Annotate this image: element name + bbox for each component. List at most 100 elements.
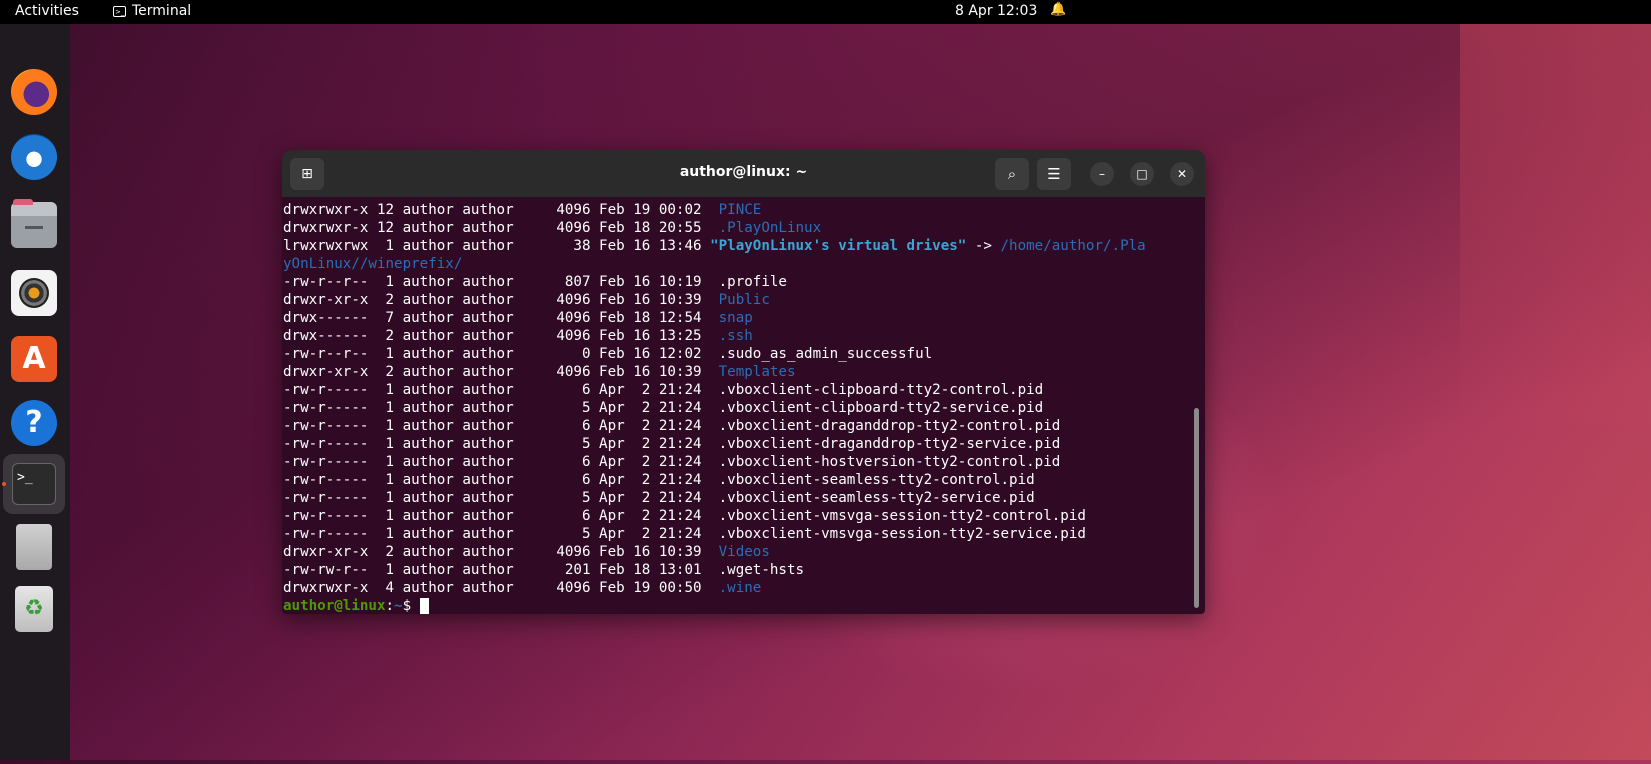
file-meta: -rw-r----- 1 author author 6 Apr 2 21:24 (283, 382, 719, 398)
file-meta: -rw-r--r-- 1 author author 807 Feb 16 10… (283, 274, 719, 290)
file-name: .vboxclient-draganddrop-tty2-service.pid (718, 436, 1061, 452)
file-meta: -rw-r----- 1 author author 5 Apr 2 21:24 (283, 490, 719, 506)
file-meta: -rw-rw-r-- 1 author author 201 Feb 18 13… (283, 562, 719, 578)
terminal-line: -rw-rw-r-- 1 author author 201 Feb 18 13… (282, 561, 1192, 579)
prompt-symbol: $ (402, 598, 420, 614)
scrollbar[interactable] (1194, 408, 1199, 608)
file-name: .wget-hsts (718, 562, 805, 578)
terminal-line: drwx------ 7 author author 4096 Feb 18 1… (282, 309, 1192, 327)
file-meta: drwxr-xr-x 2 author author 4096 Feb 16 1… (283, 544, 719, 560)
search-icon[interactable]: ⌕ (995, 158, 1029, 190)
prompt-path: ~ (394, 598, 403, 614)
minimize-icon[interactable]: – (1090, 162, 1114, 186)
file-meta: -rw-r----- 1 author author 6 Apr 2 21:24 (283, 418, 719, 434)
file-meta: lrwxrwxrwx 1 author author 38 Feb 16 13:… (283, 238, 711, 254)
file-name: Public (718, 292, 770, 308)
prompt-user: author@linux (283, 598, 386, 614)
terminal-output[interactable]: drwxrwxr-x 12 author author 4096 Feb 19 … (282, 197, 1192, 614)
prompt-separator: : (385, 598, 395, 614)
terminal-line: -rw-r----- 1 author author 6 Apr 2 21:24… (282, 453, 1192, 471)
link-arrow: -> (966, 238, 1001, 254)
file-meta: drwxrwxr-x 4 author author 4096 Feb 19 0… (283, 580, 719, 596)
maximize-icon[interactable]: □ (1130, 162, 1154, 186)
file-name: .vboxclient-seamless-tty2-service.pid (718, 490, 1035, 506)
file-meta: drwx------ 7 author author 4096 Feb 18 1… (283, 310, 719, 326)
dock: A ? >_ ♻ (0, 24, 70, 760)
file-meta: drwxr-xr-x 2 author author 4096 Feb 16 1… (283, 292, 719, 308)
menu-icon[interactable]: ☰ (1037, 158, 1071, 190)
terminal-line: -rw-r--r-- 1 author author 0 Feb 16 12:0… (282, 345, 1192, 363)
terminal-line: drwx------ 2 author author 4096 Feb 16 1… (282, 327, 1192, 345)
terminal-line: drwxr-xr-x 2 author author 4096 Feb 16 1… (282, 543, 1192, 561)
link-target: /home/author/.Pla (1000, 238, 1146, 254)
terminal-icon: >_ (113, 5, 126, 17)
file-name: .vboxclient-clipboard-tty2-service.pid (718, 400, 1044, 416)
rhythmbox-icon[interactable] (11, 270, 57, 316)
trash-icon[interactable]: ♻ (15, 586, 53, 632)
terminal-line: lrwxrwxrwx 1 author author 38 Feb 16 13:… (282, 237, 1192, 255)
bell-icon[interactable]: 🔔 (1050, 2, 1066, 17)
file-name: .profile (718, 274, 787, 290)
terminal-line: drwxr-xr-x 2 author author 4096 Feb 16 1… (282, 363, 1192, 381)
terminal-window: ⊞ author@linux: ~ ⌕ ☰ – □ ✕ drwxrwxr-x 1… (282, 150, 1205, 614)
file-name: PINCE (718, 202, 762, 218)
file-meta: -rw-r----- 1 author author 5 Apr 2 21:24 (283, 400, 719, 416)
file-name: .vboxclient-hostversion-tty2-control.pid (718, 454, 1061, 470)
terminal-line: drwxrwxr-x 4 author author 4096 Feb 19 0… (282, 579, 1192, 597)
file-name: .vboxclient-vmsvga-session-tty2-service.… (718, 526, 1086, 542)
terminal-line: -rw-r----- 1 author author 5 Apr 2 21:24… (282, 489, 1192, 507)
file-name: yOnLinux//wineprefix/ (283, 256, 463, 272)
app-menu[interactable]: >_ Terminal (113, 3, 191, 19)
file-name: snap (718, 310, 753, 326)
file-name: .vboxclient-seamless-tty2-control.pid (718, 472, 1035, 488)
file-meta: drwxrwxr-x 12 author author 4096 Feb 19 … (283, 202, 719, 218)
file-name: "PlayOnLinux's virtual drives" (710, 238, 967, 254)
title-bar[interactable]: ⊞ author@linux: ~ ⌕ ☰ – □ ✕ (282, 150, 1205, 197)
terminal-line: -rw-r----- 1 author author 5 Apr 2 21:24… (282, 525, 1192, 543)
file-name: .ssh (718, 328, 753, 344)
file-name: .vboxclient-clipboard-tty2-control.pid (718, 382, 1044, 398)
terminal-line: yOnLinux//wineprefix/ (282, 255, 1192, 273)
prompt-line[interactable]: author@linux:~$ (282, 597, 1192, 614)
terminal-line: -rw-r----- 1 author author 5 Apr 2 21:24… (282, 435, 1192, 453)
file-meta: drwxr-xr-x 2 author author 4096 Feb 16 1… (283, 364, 719, 380)
file-name: Videos (718, 544, 770, 560)
file-meta: -rw-r----- 1 author author 5 Apr 2 21:24 (283, 436, 719, 452)
terminal-icon: >_ (12, 463, 56, 505)
clock[interactable]: 8 Apr 12:03 (955, 3, 1037, 19)
file-name: .vboxclient-vmsvga-session-tty2-control.… (718, 508, 1086, 524)
terminal-line: -rw-r----- 1 author author 5 Apr 2 21:24… (282, 399, 1192, 417)
terminal-line: drwxrwxr-x 12 author author 4096 Feb 18 … (282, 219, 1192, 237)
thunderbird-icon[interactable] (11, 134, 57, 180)
files-icon[interactable] (11, 199, 57, 248)
terminal-line: drwxrwxr-x 12 author author 4096 Feb 19 … (282, 201, 1192, 219)
terminal-line: drwxr-xr-x 2 author author 4096 Feb 16 1… (282, 291, 1192, 309)
top-bar: Activities >_ Terminal 8 Apr 12:03 🔔 (0, 0, 1651, 24)
help-icon[interactable]: ? (11, 400, 57, 446)
terminal-line: -rw-r----- 1 author author 6 Apr 2 21:24… (282, 381, 1192, 399)
file-meta: -rw-r----- 1 author author 5 Apr 2 21:24 (283, 526, 719, 542)
software-center-icon[interactable]: A (11, 336, 57, 382)
file-meta: -rw-r----- 1 author author 6 Apr 2 21:24 (283, 454, 719, 470)
terminal-line: -rw-r----- 1 author author 6 Apr 2 21:24… (282, 507, 1192, 525)
firefox-icon[interactable] (11, 69, 57, 115)
terminal-line: -rw-r----- 1 author author 6 Apr 2 21:24… (282, 471, 1192, 489)
activities-button[interactable]: Activities (15, 3, 79, 19)
file-meta: drwxrwxr-x 12 author author 4096 Feb 18 … (283, 220, 719, 236)
file-name: .sudo_as_admin_successful (718, 346, 933, 362)
app-name: Terminal (132, 3, 192, 19)
file-meta: drwx------ 2 author author 4096 Feb 16 1… (283, 328, 719, 344)
running-indicator (2, 482, 6, 486)
terminal-line: -rw-r--r-- 1 author author 807 Feb 16 10… (282, 273, 1192, 291)
wallpaper-highlight (1460, 24, 1651, 424)
drive-icon[interactable] (16, 524, 52, 570)
text-cursor (419, 598, 429, 614)
file-name: .PlayOnLinux (718, 220, 822, 236)
file-name: Templates (718, 364, 796, 380)
file-meta: -rw-r--r-- 1 author author 0 Feb 16 12:0… (283, 346, 719, 362)
file-name: .wine (718, 580, 762, 596)
file-name: .vboxclient-draganddrop-tty2-control.pid (718, 418, 1061, 434)
close-icon[interactable]: ✕ (1170, 162, 1194, 186)
terminal-line: -rw-r----- 1 author author 6 Apr 2 21:24… (282, 417, 1192, 435)
dock-terminal[interactable]: >_ (2, 454, 65, 514)
